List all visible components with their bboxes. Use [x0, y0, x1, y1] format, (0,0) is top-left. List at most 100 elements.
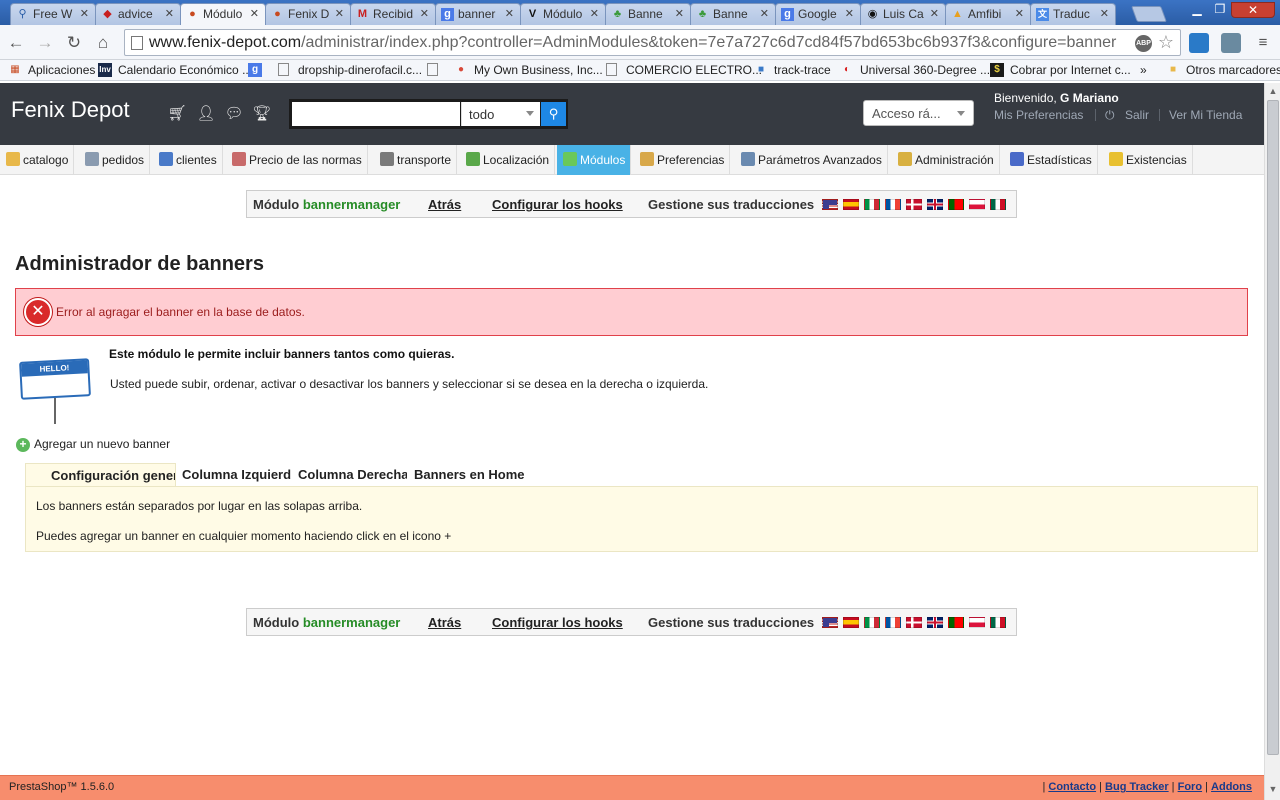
- tab-configuracion-general[interactable]: Configuración general: [25, 463, 176, 487]
- browser-tab[interactable]: ▲ Amfibi ✕: [945, 3, 1031, 25]
- close-tab-icon[interactable]: ✕: [80, 7, 89, 20]
- back-arrow-icon[interactable]: ←: [6, 33, 26, 53]
- messages-icon[interactable]: 💬︎: [224, 104, 244, 122]
- browser-tab[interactable]: ◆ advice ✕: [95, 3, 181, 25]
- close-tab-icon[interactable]: ✕: [845, 7, 854, 20]
- footer-link-bug-tracker[interactable]: Bug Tracker: [1105, 781, 1169, 793]
- bookmark-item[interactable]: ■ track-trace: [754, 63, 831, 77]
- profile-avatar-icon[interactable]: [1221, 33, 1241, 53]
- bookmark-item[interactable]: ▦ Aplicaciones: [8, 63, 95, 77]
- browser-tab[interactable]: V Módulo ✕: [520, 3, 606, 25]
- close-tab-icon[interactable]: ✕: [930, 7, 939, 20]
- close-tab-icon[interactable]: ✕: [420, 7, 429, 20]
- flag-pl-icon[interactable]: [969, 617, 985, 628]
- menu-icon[interactable]: ≡: [1253, 33, 1273, 53]
- menu-item-catalogo[interactable]: catalogo: [0, 145, 75, 175]
- flag-it-icon[interactable]: [864, 617, 880, 628]
- flag-es-icon[interactable]: [843, 617, 859, 628]
- customers-icon[interactable]: 👤︎: [196, 104, 216, 122]
- cart-icon[interactable]: 🛒︎: [167, 104, 187, 122]
- close-tab-icon[interactable]: ✕: [1100, 7, 1109, 20]
- close-window-icon[interactable]: ✕: [1231, 2, 1275, 18]
- back-link[interactable]: Atrás: [428, 197, 461, 212]
- close-tab-icon[interactable]: ✕: [760, 7, 769, 20]
- browser-tab-active[interactable]: ● Módulo ✕: [180, 3, 266, 25]
- scrollbar-thumb[interactable]: [1267, 100, 1279, 755]
- bookmarks-overflow-button[interactable]: »: [1140, 63, 1147, 77]
- menu-item-precio-normas[interactable]: Precio de las normas: [226, 145, 368, 175]
- search-button[interactable]: ⚲: [541, 102, 566, 126]
- close-tab-icon[interactable]: ✕: [165, 7, 174, 20]
- bookmark-item[interactable]: ◐ Universal 360-Degree ...: [840, 63, 990, 77]
- close-tab-icon[interactable]: ✕: [335, 7, 344, 20]
- page-scrollbar[interactable]: ▲ ▼: [1264, 83, 1280, 800]
- configure-hooks-link[interactable]: Configurar los hooks: [492, 197, 623, 212]
- scroll-up-arrow-icon[interactable]: ▲: [1267, 86, 1279, 98]
- tab-columna-izquierda[interactable]: Columna Izquierda: [182, 463, 291, 487]
- flag-dk-icon[interactable]: [906, 617, 922, 628]
- menu-item-estadisticas[interactable]: Estadísticas: [1004, 145, 1098, 175]
- home-icon[interactable]: ⌂: [93, 33, 113, 53]
- menu-item-administracion[interactable]: Administración: [892, 145, 1000, 175]
- browser-tab[interactable]: ♣ Banne ✕: [605, 3, 691, 25]
- flag-mx-icon[interactable]: [990, 617, 1006, 628]
- flag-fr-icon[interactable]: [885, 617, 901, 628]
- forward-arrow-icon[interactable]: →: [35, 33, 55, 53]
- browser-tab[interactable]: g banner ✕: [435, 3, 521, 25]
- menu-item-modulos[interactable]: Módulos: [557, 145, 632, 175]
- add-banner-link[interactable]: + Agregar un nuevo banner: [16, 437, 170, 452]
- adblock-icon[interactable]: ABP: [1135, 35, 1152, 52]
- footer-link-contacto[interactable]: Contacto: [1048, 781, 1096, 793]
- configure-hooks-link[interactable]: Configurar los hooks: [492, 615, 623, 630]
- address-bar[interactable]: www.fenix-depot.com/administrar/index.ph…: [124, 29, 1181, 56]
- flag-pl-icon[interactable]: [969, 199, 985, 210]
- footer-link-addons[interactable]: Addons: [1211, 781, 1252, 793]
- bookmark-star-icon[interactable]: ☆: [1158, 32, 1174, 53]
- flag-pt-icon[interactable]: [948, 617, 964, 628]
- quick-access-select[interactable]: Acceso rá...: [863, 100, 974, 126]
- minimize-icon[interactable]: ▁: [1185, 2, 1209, 18]
- search-scope-select[interactable]: todo: [461, 102, 540, 126]
- bookmark-item[interactable]: Inv Calendario Económico ...: [98, 63, 252, 77]
- trophy-icon[interactable]: 🏆︎: [252, 104, 272, 122]
- flag-es-icon[interactable]: [843, 199, 859, 210]
- flag-it-icon[interactable]: [864, 199, 880, 210]
- menu-item-pedidos[interactable]: pedidos: [79, 145, 151, 175]
- flag-pt-icon[interactable]: [948, 199, 964, 210]
- menu-item-existencias[interactable]: Existencias: [1103, 145, 1193, 175]
- menu-item-transporte[interactable]: transporte: [374, 145, 458, 175]
- browser-tab[interactable]: M Recibid ✕: [350, 3, 436, 25]
- menu-item-parametros-avanzados[interactable]: Parámetros Avanzados: [735, 145, 888, 175]
- browser-tab[interactable]: ● Fenix D ✕: [265, 3, 351, 25]
- flag-us-icon[interactable]: [822, 617, 838, 628]
- maximize-icon[interactable]: ❐: [1208, 2, 1232, 18]
- bookmark-item[interactable]: COMERCIO ELECTRO...: [606, 63, 762, 77]
- extension-icon[interactable]: [1189, 33, 1209, 53]
- flag-us-icon[interactable]: [822, 199, 838, 210]
- flag-mx-icon[interactable]: [990, 199, 1006, 210]
- flag-fr-icon[interactable]: [885, 199, 901, 210]
- bookmark-item[interactable]: $ Cobrar por Internet c...: [990, 63, 1131, 77]
- browser-tab[interactable]: 文 Traduc ✕: [1030, 3, 1116, 25]
- bookmark-item[interactable]: ● My Own Business, Inc...: [454, 63, 603, 77]
- tab-banners-home[interactable]: Banners en Home: [414, 463, 554, 487]
- back-link[interactable]: Atrás: [428, 615, 461, 630]
- footer-link-foro[interactable]: Foro: [1178, 781, 1202, 793]
- tab-columna-derecha[interactable]: Columna Derecha: [298, 463, 407, 487]
- close-tab-icon[interactable]: ✕: [675, 7, 684, 20]
- reload-icon[interactable]: ↻: [64, 33, 84, 53]
- menu-item-preferencias[interactable]: Preferencias: [634, 145, 731, 175]
- flag-dk-icon[interactable]: [906, 199, 922, 210]
- flag-gb-icon[interactable]: [927, 617, 943, 628]
- power-icon[interactable]: ⏻: [1105, 108, 1115, 123]
- preferences-link[interactable]: Mis Preferencias: [994, 108, 1083, 122]
- browser-tab[interactable]: ◉ Luis Ca ✕: [860, 3, 946, 25]
- new-tab-button[interactable]: [1131, 6, 1167, 22]
- bookmark-item[interactable]: dropship-dinerofacil.c...: [278, 63, 422, 77]
- menu-item-localizacion[interactable]: Localización: [460, 145, 556, 175]
- flag-gb-icon[interactable]: [927, 199, 943, 210]
- scroll-down-arrow-icon[interactable]: ▼: [1267, 784, 1279, 796]
- search-input[interactable]: [292, 102, 460, 126]
- browser-tab[interactable]: ⚲ Free W ✕: [10, 3, 96, 25]
- other-bookmarks-folder[interactable]: ■ Otros marcadores: [1166, 63, 1280, 77]
